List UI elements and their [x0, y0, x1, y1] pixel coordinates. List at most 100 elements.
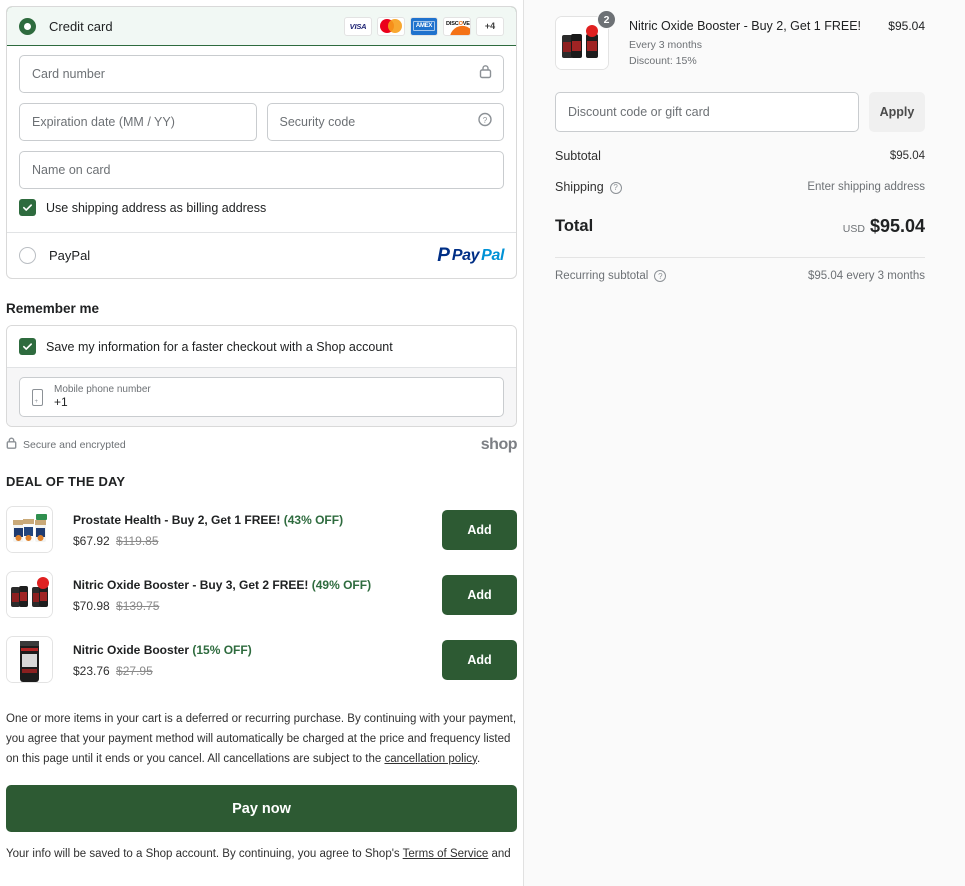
deal-item-info: Prostate Health - Buy 2, Get 1 FREE! (43…: [73, 511, 442, 548]
summary-divider: [555, 257, 925, 258]
deal-item-compare-price: $119.85: [116, 534, 159, 548]
recurring-notice-end: .: [476, 752, 481, 765]
paypal-radio[interactable]: [19, 247, 36, 264]
footnote-end: and: [488, 848, 511, 861]
amex-icon: AMEX: [410, 16, 438, 36]
shipping-row: Shipping? Enter shipping address: [555, 180, 925, 194]
remember-me-block: Save my information for a faster checkou…: [6, 325, 517, 427]
card-number-input[interactable]: Card number: [19, 55, 504, 93]
deal-item-name: Nitric Oxide Booster - Buy 3, Get 2 FREE…: [73, 578, 372, 592]
billing-address-checkbox[interactable]: [19, 199, 36, 216]
credit-card-radio[interactable]: [19, 17, 36, 35]
paypal-label: PayPal: [49, 248, 91, 263]
deal-item-discount: (43% OFF): [283, 513, 344, 527]
paypal-logo-icon: P Pay Pal: [437, 246, 504, 265]
deal-item-price: $23.76: [73, 664, 110, 678]
recurring-subtotal-row: Recurring subtotal? $95.04 every 3 month…: [555, 270, 925, 282]
mobile-phone-label: Mobile phone number: [54, 384, 151, 396]
discount-code-row: Discount code or gift card Apply: [555, 92, 925, 132]
pay-now-button[interactable]: Pay now: [6, 785, 517, 833]
deal-item-price: $67.92: [73, 534, 110, 548]
order-item-name: Nitric Oxide Booster - Buy 2, Get 1 FREE…: [629, 19, 862, 33]
expiration-placeholder: Expiration date (MM / YY): [32, 115, 175, 129]
item-quantity-badge: 2: [597, 10, 616, 29]
visa-icon: VISA: [344, 16, 372, 36]
deal-item-price-row: $70.98 $139.75: [73, 599, 442, 613]
add-to-cart-button[interactable]: Add: [442, 639, 517, 680]
remember-me-title: Remember me: [6, 301, 100, 316]
save-info-checkbox-row[interactable]: Save my information for a faster checkou…: [7, 326, 516, 367]
mobile-phone-input[interactable]: Mobile phone number +1: [19, 377, 504, 417]
billing-address-checkbox-row[interactable]: Use shipping address as billing address: [19, 199, 504, 216]
deal-item-compare-price: $27.95: [116, 664, 153, 678]
lock-icon: [479, 65, 492, 84]
order-item-price: $95.04: [888, 19, 925, 33]
save-info-checkbox[interactable]: [19, 338, 36, 355]
deal-item-name: Prostate Health - Buy 2, Get 1 FREE! (43…: [73, 513, 344, 527]
credit-card-label: Credit card: [49, 18, 113, 34]
discover-icon: DISCOVER: [443, 16, 471, 36]
apply-discount-button[interactable]: Apply: [869, 92, 925, 132]
add-to-cart-button[interactable]: Add: [442, 574, 517, 615]
total-value: $95.04: [869, 216, 925, 236]
deal-of-the-day-title: DEAL OF THE DAY: [6, 474, 126, 489]
name-on-card-placeholder: Name on card: [32, 163, 111, 177]
product-thumbnail: [6, 571, 53, 618]
paypal-mark: P: [437, 245, 450, 266]
deal-item-discount: (15% OFF): [192, 643, 252, 657]
question-mark-icon[interactable]: ?: [654, 270, 667, 282]
mobile-phone-value: +1: [54, 394, 68, 409]
paypal-logo-pay: Pay: [451, 246, 480, 264]
shipping-label: Shipping?: [555, 180, 622, 194]
deal-item-price-row: $23.76 $27.95: [73, 664, 442, 678]
total-row: Total USD $95.04: [555, 216, 925, 237]
order-item-discount: Discount: 15%: [629, 55, 697, 68]
subtotal-label: Subtotal: [555, 149, 601, 163]
payment-column: Credit card VISA AMEX DISCOVER +4 Card n…: [0, 0, 523, 886]
mastercard-icon: [377, 16, 405, 36]
deal-item-discount: (49% OFF): [311, 578, 372, 592]
secure-text: Secure and encrypted: [23, 439, 126, 451]
phone-section: Mobile phone number +1: [7, 367, 516, 426]
save-info-label: Save my information for a faster checkou…: [46, 339, 393, 354]
phone-icon: [32, 388, 43, 406]
payment-option-paypal[interactable]: PayPal P Pay Pal: [7, 232, 516, 278]
question-mark-icon[interactable]: ?: [478, 112, 492, 132]
payment-method-block: Credit card VISA AMEX DISCOVER +4 Card n…: [6, 6, 517, 279]
expiration-date-input[interactable]: Expiration date (MM / YY): [19, 103, 257, 141]
order-summary-item: 2 Nitric Oxide Booster - Buy 2, Get 1 FR…: [555, 10, 925, 70]
card-number-placeholder: Card number: [32, 67, 105, 81]
shipping-value: Enter shipping address: [807, 181, 925, 193]
deal-item-name: Nitric Oxide Booster (15% OFF): [73, 643, 252, 657]
cancellation-policy-link[interactable]: cancellation policy: [384, 753, 476, 765]
name-on-card-input[interactable]: Name on card: [19, 151, 504, 189]
deal-item: Prostate Health - Buy 2, Get 1 FREE! (43…: [6, 497, 517, 562]
question-mark-icon[interactable]: ?: [609, 181, 622, 194]
subtotal-value: $95.04: [889, 150, 925, 162]
recurring-subtotal-label: Recurring subtotal?: [555, 270, 667, 282]
total-label: Total: [555, 217, 594, 235]
add-to-cart-button[interactable]: Add: [442, 509, 517, 550]
paypal-logo-pal: Pal: [481, 246, 504, 264]
product-thumbnail: [6, 506, 53, 553]
checkout-page: Credit card VISA AMEX DISCOVER +4 Card n…: [0, 0, 965, 886]
svg-text:?: ?: [483, 116, 488, 125]
terms-of-service-link[interactable]: Terms of Service: [403, 848, 489, 860]
order-item-thumbnail: 2: [555, 10, 616, 70]
subtotal-row: Subtotal $95.04: [555, 149, 925, 163]
footnote-text: Your info will be saved to a Shop accoun…: [6, 848, 403, 861]
deal-item: Nitric Oxide Booster (15% OFF) $23.76 $2…: [6, 627, 517, 692]
payment-option-credit-card[interactable]: Credit card VISA AMEX DISCOVER +4: [7, 7, 516, 46]
deal-item-info: Nitric Oxide Booster (15% OFF) $23.76 $2…: [73, 641, 442, 678]
order-item-frequency: Every 3 months: [629, 39, 702, 52]
deal-item-info: Nitric Oxide Booster - Buy 3, Get 2 FREE…: [73, 576, 442, 613]
secure-lock-icon: [6, 436, 17, 454]
deal-item: Nitric Oxide Booster - Buy 3, Get 2 FREE…: [6, 562, 517, 627]
discount-code-input[interactable]: Discount code or gift card: [555, 92, 859, 132]
card-brand-row: VISA AMEX DISCOVER +4: [344, 16, 504, 36]
product-thumbnail: [6, 636, 53, 683]
more-card-brands[interactable]: +4: [476, 16, 504, 36]
security-code-input[interactable]: Security code ?: [266, 103, 504, 141]
billing-address-label: Use shipping address as billing address: [46, 200, 267, 215]
recurring-purchase-notice: One or more items in your cart is a defe…: [6, 710, 517, 769]
